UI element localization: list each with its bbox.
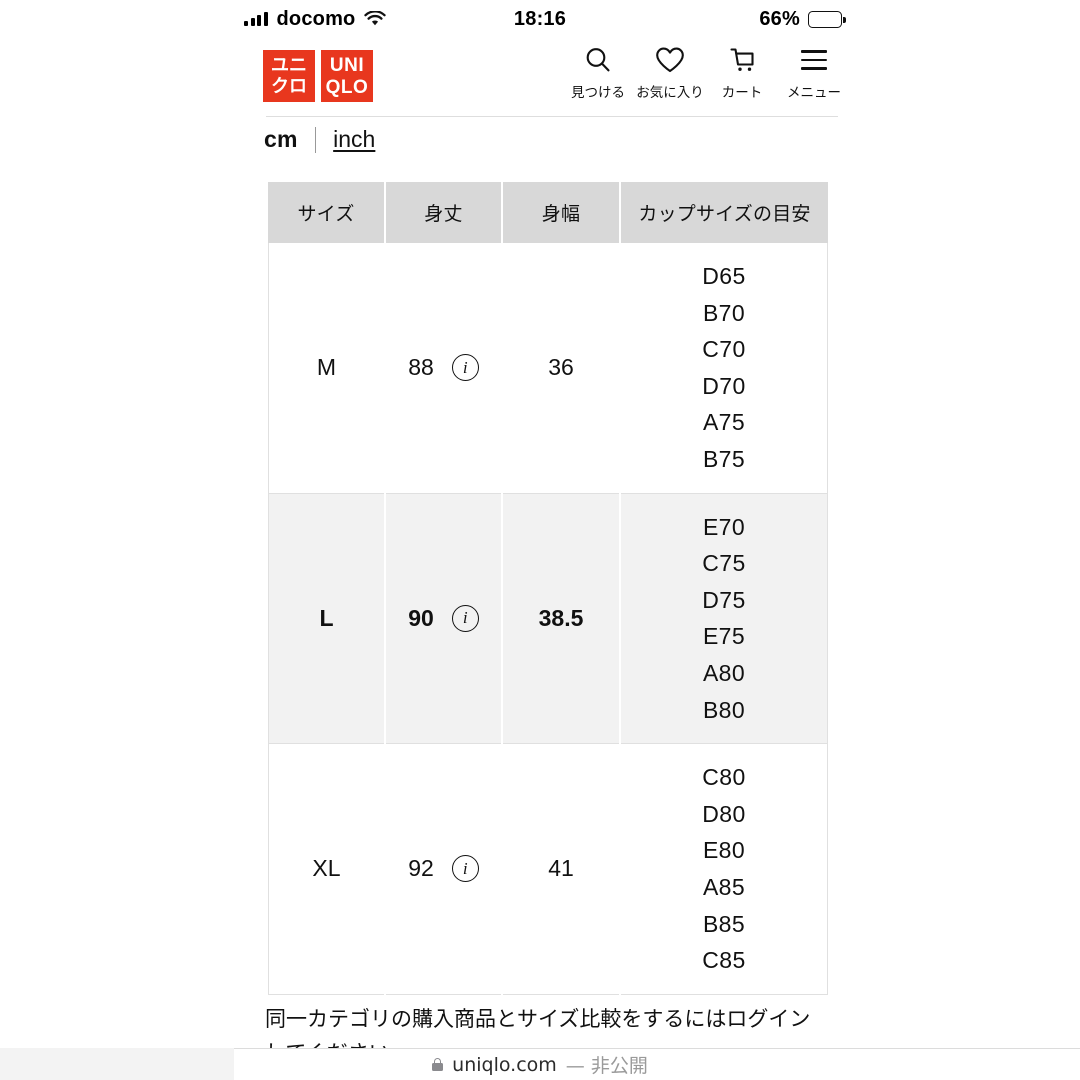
cell-size: L — [268, 493, 384, 745]
cup-size: E75 — [702, 623, 746, 650]
cell-width: 41 — [503, 744, 619, 995]
cell-length-value: 92 — [408, 855, 434, 882]
battery-icon — [808, 10, 846, 28]
page-content: cm inch サイズ 身丈 身幅 カップサイズの目安 M 88 i 36 D6… — [0, 114, 1080, 1048]
logo-jp-line2: クロ — [271, 75, 307, 97]
cup-size: D70 — [702, 372, 746, 399]
column-header-width: 身幅 — [503, 182, 619, 243]
safari-private-label: — 非公開 — [565, 1055, 648, 1077]
nav-item-favorites[interactable]: お気に入り — [634, 44, 706, 101]
nav-item-cart[interactable]: カート — [706, 44, 778, 101]
table-row[interactable]: M 88 i 36 D65 B70 C70 D70 A75 B75 — [268, 243, 828, 494]
cell-length-value: 88 — [408, 354, 434, 381]
logo-jp-line1: ユニ — [271, 54, 307, 76]
cup-size: B85 — [702, 910, 746, 937]
column-header-length: 身丈 — [386, 182, 501, 243]
cell-length: 88 i — [386, 243, 501, 494]
cup-size: C80 — [702, 764, 746, 791]
clock-label: 18:16 — [513, 7, 567, 30]
table-row[interactable]: L 90 i 38.5 E70 C75 D75 E75 A80 B80 — [268, 493, 828, 745]
cell-size: XL — [268, 744, 384, 995]
cup-size: C85 — [702, 947, 746, 974]
safari-bar-shade — [0, 1048, 234, 1080]
cup-size: E80 — [702, 837, 746, 864]
cell-cup-sizes: C80 D80 E80 A85 B85 C85 — [621, 744, 828, 995]
cup-size: C75 — [702, 550, 746, 577]
phone-screen: docomo 18:16 66% ユニ クロ UNI QLO 見つける お気に入… — [0, 0, 1080, 1080]
logo-tile-japanese: ユニ クロ — [263, 50, 315, 102]
nav-item-menu[interactable]: メニュー — [778, 44, 850, 101]
site-header: ユニ クロ UNI QLO 見つける お気に入り カート メニュー — [0, 38, 1080, 114]
cell-length: 92 i — [386, 744, 501, 995]
cell-width: 36 — [503, 243, 619, 494]
menu-icon — [801, 44, 827, 76]
cup-size: D75 — [702, 586, 746, 613]
safari-bottom-bar[interactable]: uniqlo.com — 非公開 — [0, 1048, 1080, 1080]
cell-cup-sizes: E70 C75 D75 E75 A80 B80 — [621, 493, 828, 745]
cup-size: B80 — [702, 696, 746, 723]
status-bar-center: 18:16 — [0, 0, 1080, 38]
cup-size: B70 — [702, 299, 746, 326]
cup-size: D65 — [702, 263, 746, 289]
status-bar-right: 66% — [759, 0, 846, 38]
nav-label-menu: メニュー — [787, 85, 841, 101]
cell-size: M — [268, 243, 384, 494]
cup-size: A85 — [702, 873, 746, 900]
nav-item-search[interactable]: 見つける — [562, 44, 634, 101]
table-row[interactable]: XL 92 i 41 C80 D80 E80 A85 B85 C85 — [268, 744, 828, 995]
cell-width: 38.5 — [503, 493, 619, 745]
uniqlo-logo[interactable]: ユニ クロ UNI QLO — [263, 50, 373, 102]
size-chart-table-wrapper: サイズ 身丈 身幅 カップサイズの目安 M 88 i 36 D65 B70 C7… — [266, 182, 828, 995]
logo-en-line2: QLO — [325, 76, 369, 98]
cup-size: C70 — [702, 336, 746, 363]
cart-icon — [727, 44, 757, 76]
lock-icon — [432, 1058, 444, 1071]
battery-percent-label: 66% — [759, 7, 800, 30]
unit-option-cm[interactable]: cm — [264, 126, 298, 153]
heart-icon — [654, 44, 686, 76]
logo-tile-latin: UNI QLO — [321, 50, 373, 102]
cup-size: A75 — [702, 409, 746, 436]
nav-label-favorites: お気に入り — [636, 85, 704, 101]
cup-size: D80 — [702, 800, 746, 827]
cup-size: B75 — [702, 445, 746, 472]
login-prompt-text: 同一カテゴリの購入商品とサイズ比較をするにはログインしてください — [265, 1007, 811, 1048]
info-icon[interactable]: i — [451, 354, 479, 382]
status-bar: docomo 18:16 66% — [0, 0, 1080, 38]
column-header-cup: カップサイズの目安 — [621, 182, 828, 243]
cell-length: 90 i — [386, 493, 501, 745]
header-nav: 見つける お気に入り カート メニュー — [562, 44, 850, 101]
safari-domain-label[interactable]: uniqlo.com — [452, 1054, 557, 1076]
cup-size: E70 — [702, 513, 746, 540]
search-icon — [583, 44, 613, 76]
unit-option-inch[interactable]: inch — [333, 126, 375, 153]
nav-label-search: 見つける — [571, 85, 625, 101]
nav-label-cart: カート — [721, 85, 763, 101]
cell-cup-sizes: D65 B70 C70 D70 A75 B75 — [621, 243, 828, 494]
column-header-size: サイズ — [268, 182, 384, 243]
cup-size: A80 — [702, 659, 746, 686]
table-body: M 88 i 36 D65 B70 C70 D70 A75 B75 L 90 i… — [268, 243, 828, 995]
unit-toggle: cm inch — [264, 126, 375, 153]
unit-separator — [314, 126, 317, 153]
section-divider — [266, 116, 838, 117]
info-icon[interactable]: i — [451, 604, 479, 632]
cell-length-value: 90 — [408, 604, 434, 631]
logo-en-line1: UNI — [329, 54, 365, 76]
size-chart-table: サイズ 身丈 身幅 カップサイズの目安 M 88 i 36 D65 B70 C7… — [266, 182, 830, 995]
info-icon[interactable]: i — [451, 855, 479, 883]
table-head: サイズ 身丈 身幅 カップサイズの目安 — [268, 182, 828, 243]
table-header-row: サイズ 身丈 身幅 カップサイズの目安 — [268, 182, 828, 243]
